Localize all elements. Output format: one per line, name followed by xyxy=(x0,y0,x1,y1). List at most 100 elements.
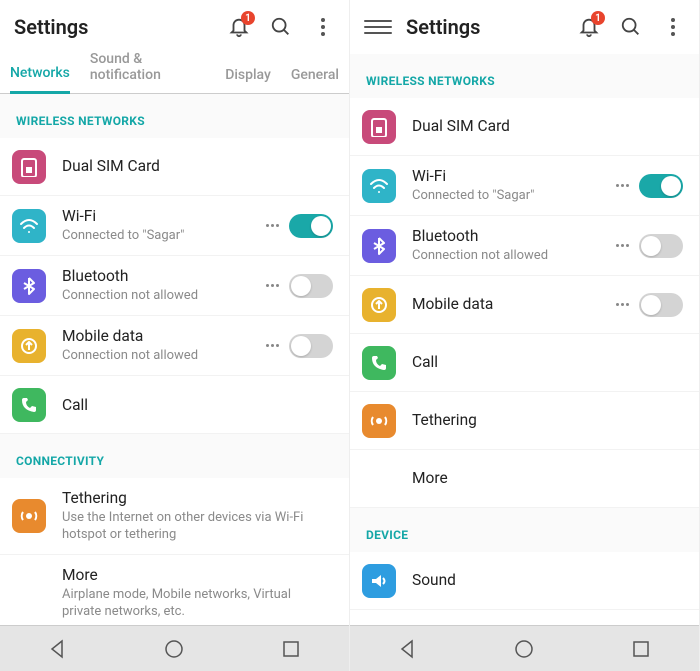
back-button[interactable] xyxy=(398,639,418,659)
search-icon[interactable] xyxy=(267,13,295,41)
tether-icon xyxy=(12,499,46,533)
header-actions: 1 xyxy=(225,13,337,41)
row-title: Tethering xyxy=(62,488,333,508)
tab-display[interactable]: Display xyxy=(225,67,271,93)
bluetooth-toggle[interactable] xyxy=(639,234,683,258)
notifications-icon[interactable]: 1 xyxy=(575,13,603,41)
bluetooth-toggle[interactable] xyxy=(289,274,333,298)
settings-list[interactable]: WIRELESS NETWORKS Dual SIM Card Wi-Fi Conne… xyxy=(350,54,699,625)
data-icon xyxy=(12,329,46,363)
row-title: Dual SIM Card xyxy=(412,116,683,136)
section-header: WIRELESS NETWORKS xyxy=(0,94,349,138)
setting-row-bluetooth[interactable]: Bluetooth Connection not allowed xyxy=(0,256,349,316)
home-button[interactable] xyxy=(164,639,184,659)
row-more-icon[interactable] xyxy=(266,224,279,227)
page-title: Settings xyxy=(14,15,225,39)
row-texts: Call xyxy=(62,395,333,415)
overflow-menu-icon[interactable] xyxy=(309,13,337,41)
setting-row-more[interactable]: MoreAirplane mode, Mobile networks, Virt… xyxy=(0,555,349,625)
settings-list[interactable]: WIRELESS NETWORKSDual SIM CardWi-FiConne… xyxy=(0,94,349,625)
wi-fi-toggle[interactable] xyxy=(639,174,683,198)
setting-row-more[interactable]: More xyxy=(350,450,699,508)
row-more-icon[interactable] xyxy=(266,344,279,347)
left-panel: Settings 1 Networks Sound & notification D… xyxy=(0,0,350,671)
row-title: Bluetooth xyxy=(62,266,256,286)
notification-badge: 1 xyxy=(591,11,605,25)
row-title: Wi-Fi xyxy=(412,166,606,186)
row-title: More xyxy=(62,565,333,585)
setting-row-dual-sim-card[interactable]: Dual SIM Card xyxy=(0,138,349,196)
setting-row-call[interactable]: Call xyxy=(0,376,349,434)
row-title: More xyxy=(412,468,683,488)
right-panel: Settings 1 WIRELESS NETWORKS Dual SIM Car… xyxy=(350,0,700,671)
recents-button[interactable] xyxy=(631,639,651,659)
mobile-data-toggle[interactable] xyxy=(639,293,683,317)
recents-button[interactable] xyxy=(281,639,301,659)
page-title: Settings xyxy=(406,15,575,39)
setting-row-sound[interactable]: Sound xyxy=(350,552,699,610)
row-texts: Call xyxy=(412,352,683,372)
overflow-menu-icon[interactable] xyxy=(659,13,687,41)
setting-row-mobile-data[interactable]: Mobile dataConnection not allowed xyxy=(0,316,349,376)
section-header: CONNECTIVITY xyxy=(0,434,349,478)
wifi-icon xyxy=(12,209,46,243)
row-title: Call xyxy=(62,395,333,415)
row-texts: Wi-FiConnected to "Sagar" xyxy=(62,206,256,245)
header-actions: 1 xyxy=(575,13,687,41)
android-navbar xyxy=(0,625,349,671)
row-subtitle: Connection not allowed xyxy=(412,248,606,265)
section-header: WIRELESS NETWORKS xyxy=(350,54,699,98)
row-title: Wi-Fi xyxy=(62,206,256,226)
tab-general[interactable]: General xyxy=(291,67,339,93)
row-texts: Mobile dataConnection not allowed xyxy=(62,326,256,365)
call-icon xyxy=(362,346,396,380)
setting-row-call[interactable]: Call xyxy=(350,334,699,392)
setting-row-dual-sim-card[interactable]: Dual SIM Card xyxy=(350,98,699,156)
row-subtitle: Connected to "Sagar" xyxy=(412,188,606,205)
notifications-icon[interactable]: 1 xyxy=(225,13,253,41)
row-texts: TetheringUse the Internet on other devic… xyxy=(62,488,333,544)
wi-fi-toggle[interactable] xyxy=(289,214,333,238)
sim-icon xyxy=(12,150,46,184)
bluetooth-icon xyxy=(362,229,396,263)
setting-row-bluetooth[interactable]: BluetoothConnection not allowed xyxy=(350,216,699,276)
search-icon[interactable] xyxy=(617,13,645,41)
row-subtitle: Connection not allowed xyxy=(62,348,256,365)
tab-sound-notification[interactable]: Sound & notification xyxy=(90,51,205,93)
row-texts: Sound xyxy=(412,570,683,590)
android-navbar xyxy=(350,625,699,671)
setting-row-tethering[interactable]: Tethering xyxy=(350,392,699,450)
row-more-icon[interactable] xyxy=(266,284,279,287)
row-title: Sound xyxy=(412,570,683,590)
header: Settings 1 xyxy=(0,0,349,54)
row-texts: Tethering xyxy=(412,410,683,430)
row-more-icon[interactable] xyxy=(616,184,629,187)
row-texts: Dual SIM Card xyxy=(412,116,683,136)
tab-networks[interactable]: Networks xyxy=(10,65,70,94)
setting-row-wi-fi[interactable]: Wi-Fi Connected to "Sagar" xyxy=(350,156,699,216)
row-texts: BluetoothConnection not allowed xyxy=(412,226,606,265)
tether-icon xyxy=(362,404,396,438)
mobile-data-toggle[interactable] xyxy=(289,334,333,358)
row-texts: More xyxy=(412,468,683,488)
home-button[interactable] xyxy=(514,639,534,659)
row-subtitle: Airplane mode, Mobile networks, Virtual … xyxy=(62,587,333,621)
row-title: Dual SIM Card xyxy=(62,156,333,176)
row-title: Mobile data xyxy=(412,294,606,314)
row-more-icon[interactable] xyxy=(616,244,629,247)
setting-row-mobile-data[interactable]: Mobile data xyxy=(350,276,699,334)
row-texts: MoreAirplane mode, Mobile networks, Virt… xyxy=(62,565,333,621)
row-texts: Bluetooth Connection not allowed xyxy=(62,266,256,305)
back-button[interactable] xyxy=(48,639,68,659)
setting-row-wi-fi[interactable]: Wi-FiConnected to "Sagar" xyxy=(0,196,349,256)
data-icon xyxy=(362,288,396,322)
row-more-icon[interactable] xyxy=(616,303,629,306)
header: Settings 1 xyxy=(350,0,699,54)
row-subtitle: Connection not allowed xyxy=(62,288,256,305)
row-texts: Mobile data xyxy=(412,294,606,314)
row-title: Call xyxy=(412,352,683,372)
setting-row-tethering[interactable]: TetheringUse the Internet on other devic… xyxy=(0,478,349,555)
hamburger-icon[interactable] xyxy=(364,16,392,38)
blank-icon xyxy=(12,576,46,610)
bluetooth-icon xyxy=(12,269,46,303)
